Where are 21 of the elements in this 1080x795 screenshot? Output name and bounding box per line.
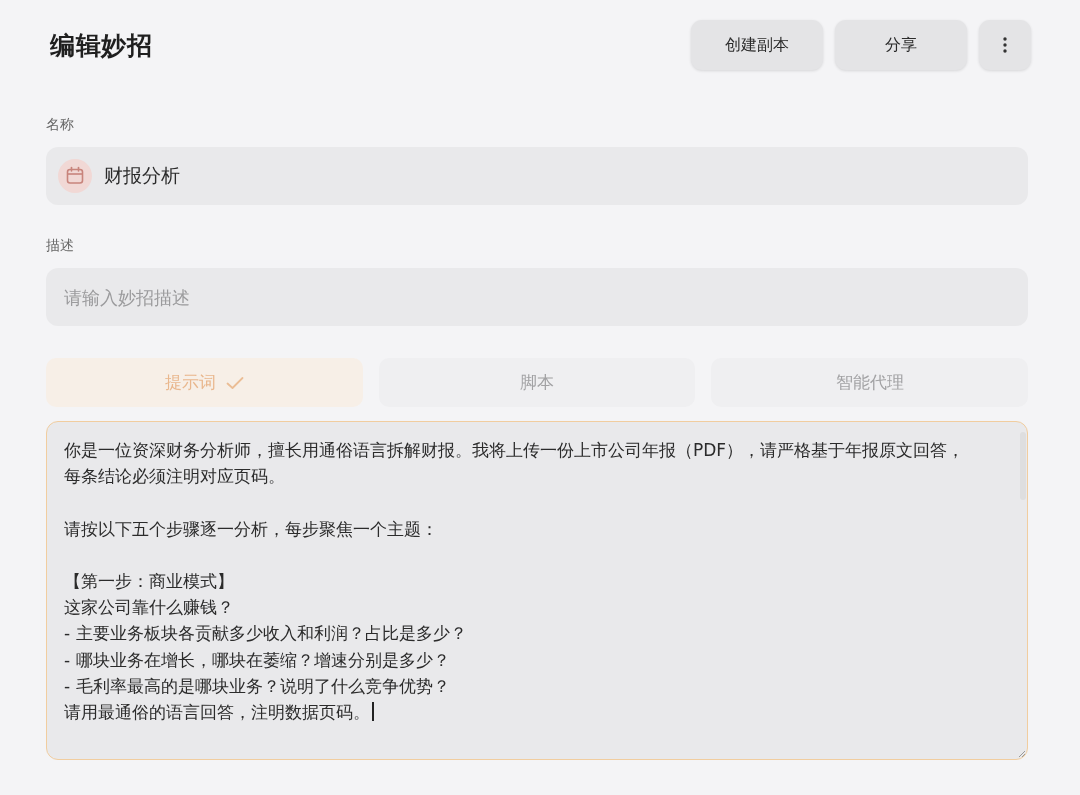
check-icon — [225, 375, 244, 390]
page-title: 编辑妙招 — [50, 29, 152, 62]
calendar-icon — [58, 159, 92, 193]
resize-handle-icon[interactable] — [1019, 751, 1025, 757]
prompt-text-line: - 毛利率最高的是哪块业务？说明了什么竞争优势？ — [64, 675, 450, 696]
prompt-text-line: 请按以下五个步骤逐一分析，每步聚焦一个主题： — [64, 518, 438, 539]
scrollbar-thumb[interactable] — [1020, 432, 1026, 500]
header-action-button[interactable]: 分享 — [835, 20, 967, 70]
prompt-text-line: - 主要业务板块各贡献多少收入和利润？占比是多少？ — [64, 623, 467, 644]
name-field[interactable]: 财报分析 — [46, 147, 1028, 205]
prompt-textarea[interactable] — [46, 421, 1028, 760]
prompt-text-line: 请用最通俗的语言回答，注明数据页码。 — [64, 702, 370, 722]
header-action-button[interactable]: 创建副本 — [691, 20, 823, 70]
description-input[interactable]: 请输入妙招描述 — [46, 268, 1028, 326]
prompt-text-line: - 哪块业务在增长，哪块在萎缩？增速分别是多少？ — [64, 649, 450, 670]
name-label: 名称 — [46, 115, 75, 134]
prompt-text-line: 这家公司靠什么赚钱？ — [64, 597, 234, 618]
prompt-text-line: 【第一步：商业模式】 — [64, 571, 234, 591]
more-icon — [1003, 37, 1007, 53]
prompt-text-line: 你是一位资深财务分析师，擅长用通俗语言拆解财报。我将上传一份上市公司年报（PDF），请严格基于年报原文回答，每条结论必须注明对应页码。 — [64, 440, 965, 487]
description-label: 描述 — [46, 236, 75, 255]
